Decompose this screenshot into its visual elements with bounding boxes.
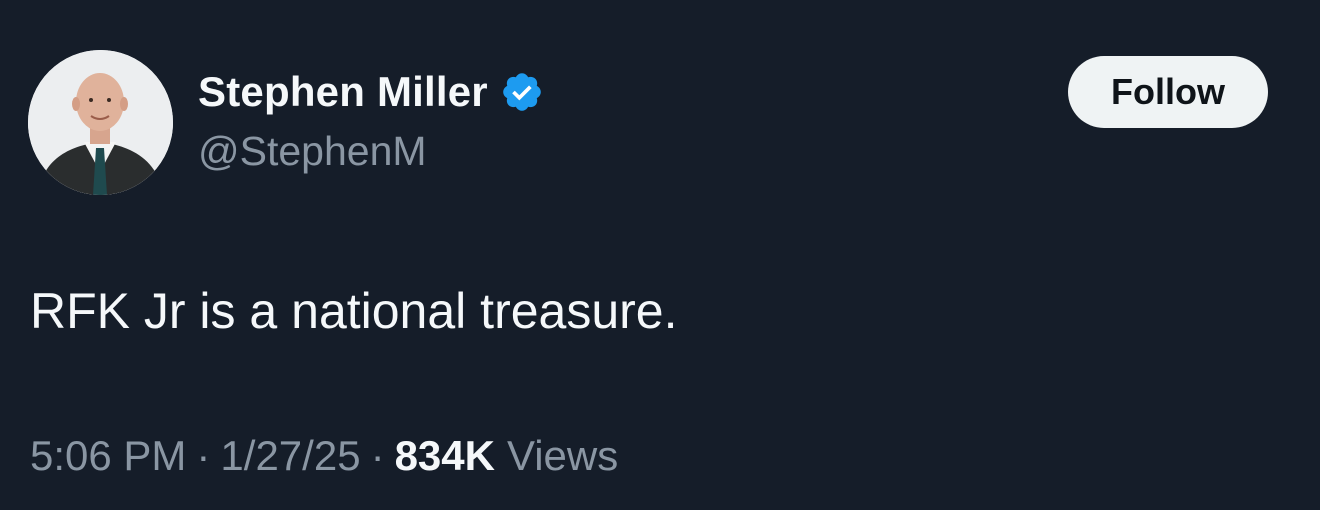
separator: · [370,432,385,479]
views-label: Views [506,432,619,479]
tweet-date[interactable]: 1/27/25 [220,432,360,479]
tweet-text: RFK Jr is a national treasure. [30,283,678,339]
name-row: Stephen Miller [198,66,544,118]
tweet-time[interactable]: 5:06 PM [30,432,186,479]
tweet-meta: 5:06 PM · 1/27/25 · 834K Views [30,432,618,480]
follow-button[interactable]: Follow [1068,56,1268,128]
profile-photo-icon [28,50,173,195]
display-name[interactable]: Stephen Miller [198,68,488,116]
tweet-card: Stephen Miller @StephenM Follow RFK Jr i… [0,0,1320,510]
handle[interactable]: @StephenM [198,128,544,175]
views-count: 834K [394,432,495,479]
verified-badge-icon[interactable] [500,70,544,114]
author-block: Stephen Miller @StephenM [198,66,544,175]
separator: · [196,432,211,479]
avatar[interactable] [28,50,173,195]
